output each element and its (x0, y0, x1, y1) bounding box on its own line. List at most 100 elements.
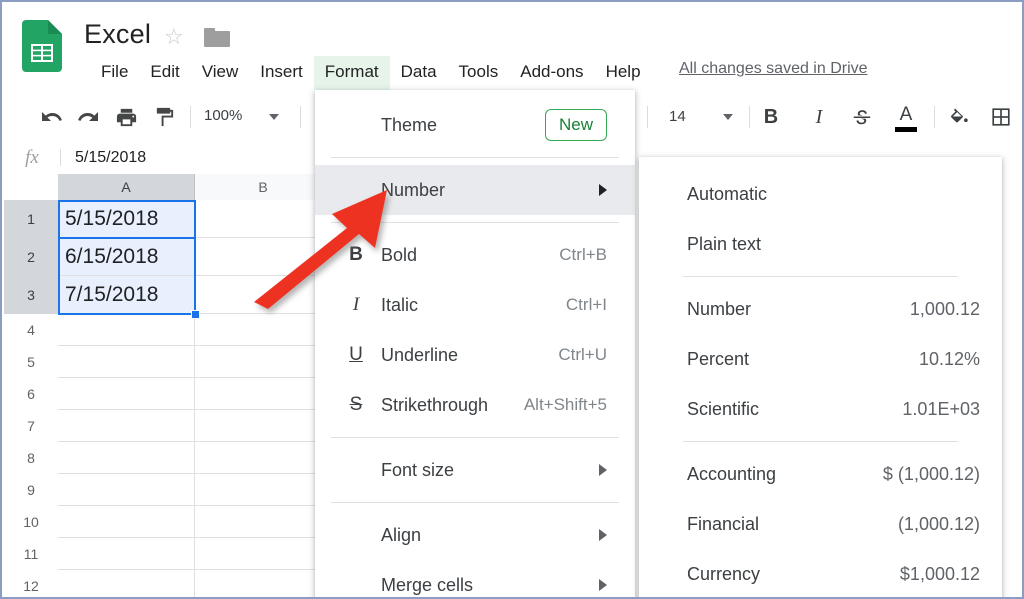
cell-a12[interactable] (58, 570, 195, 599)
cell-a4[interactable] (58, 314, 195, 346)
menu-item-shortcut: Ctrl+U (558, 345, 607, 365)
paint-format-icon[interactable] (146, 93, 182, 141)
cell-b1[interactable] (195, 200, 332, 238)
formula-bar-value[interactable]: 5/15/2018 (75, 149, 146, 167)
menu-format[interactable]: Format (314, 56, 390, 90)
cell-a10[interactable] (58, 506, 195, 538)
cell-a8[interactable] (58, 442, 195, 474)
number-submenu: Automatic Plain text Number 1,000.12 Per… (639, 157, 1002, 599)
submenu-item-currency[interactable]: Currency $1,000.12 (639, 549, 1002, 599)
cell-b10[interactable] (195, 506, 332, 538)
chevron-down-icon[interactable] (262, 93, 286, 141)
cell-b3[interactable] (195, 276, 332, 314)
menu-item-italic[interactable]: I Italic Ctrl+I (315, 280, 635, 330)
menu-item-strikethrough[interactable]: S Strikethrough Alt+Shift+5 (315, 380, 635, 430)
cell-b9[interactable] (195, 474, 332, 506)
row-header-6[interactable]: 6 (4, 378, 59, 411)
submenu-item-financial[interactable]: Financial (1,000.12) (639, 499, 1002, 549)
cell-a5[interactable] (58, 346, 195, 378)
submenu-item-automatic[interactable]: Automatic (639, 169, 1002, 219)
row-header-2[interactable]: 2 (4, 238, 59, 277)
fill-handle[interactable] (191, 310, 200, 319)
menu-insert[interactable]: Insert (249, 56, 314, 90)
cell-b11[interactable] (195, 538, 332, 570)
row-header-1[interactable]: 1 (4, 200, 59, 239)
row-header-8[interactable]: 8 (4, 442, 59, 475)
menu-item-number[interactable]: Number (315, 165, 635, 215)
submenu-item-sample: $1,000.12 (900, 564, 980, 585)
cell-a6[interactable] (58, 378, 195, 410)
toolbar-divider-1 (190, 106, 191, 128)
cell-b6[interactable] (195, 378, 332, 410)
cell-a1[interactable]: 5/15/2018 (58, 200, 195, 238)
menu-item-label: Number (381, 180, 445, 201)
bold-button[interactable]: B (756, 93, 786, 141)
undo-icon[interactable] (34, 93, 70, 141)
menu-file[interactable]: File (90, 56, 139, 90)
menu-item-label: Strikethrough (381, 395, 488, 416)
cell-a11[interactable] (58, 538, 195, 570)
menu-item-underline[interactable]: U Underline Ctrl+U (315, 330, 635, 380)
star-outline-icon[interactable]: ☆ (164, 26, 186, 48)
row-header-7[interactable]: 7 (4, 410, 59, 443)
redo-icon[interactable] (70, 93, 106, 141)
menu-separator-3 (331, 437, 619, 438)
cell-a3[interactable]: 7/15/2018 (58, 276, 195, 314)
submenu-arrow-icon (599, 579, 607, 591)
menu-bar: FileEditViewInsertFormatDataToolsAdd-ons… (90, 56, 652, 90)
menu-item-align[interactable]: Align (315, 510, 635, 560)
strikethrough-button[interactable] (847, 93, 877, 141)
menu-item-merge-cells[interactable]: Merge cells (315, 560, 635, 599)
menu-help[interactable]: Help (595, 56, 652, 90)
submenu-item-accounting[interactable]: Accounting $ (1,000.12) (639, 449, 1002, 499)
column-header-b[interactable]: B (195, 174, 332, 201)
italic-button[interactable]: I (804, 93, 834, 141)
submenu-item-percent[interactable]: Percent 10.12% (639, 334, 1002, 384)
submenu-arrow-icon (599, 464, 607, 476)
submenu-item-scientific[interactable]: Scientific 1.01E+03 (639, 384, 1002, 434)
cell-a7[interactable] (58, 410, 195, 442)
font-size-value[interactable]: 14 (669, 108, 686, 125)
chevron-down-icon-font-size[interactable] (716, 93, 740, 141)
menu-view[interactable]: View (191, 56, 250, 90)
folder-icon[interactable] (204, 28, 230, 47)
row-header-10[interactable]: 10 (4, 506, 59, 539)
cell-b8[interactable] (195, 442, 332, 474)
cell-b12[interactable] (195, 570, 332, 599)
menu-item-theme[interactable]: Theme New (315, 100, 635, 150)
menu-item-label: Italic (381, 295, 418, 316)
document-title[interactable]: Excel (84, 19, 151, 50)
select-all-corner[interactable] (4, 174, 59, 201)
menu-data[interactable]: Data (390, 56, 448, 90)
submenu-item-number[interactable]: Number 1,000.12 (639, 284, 1002, 334)
row-header-9[interactable]: 9 (4, 474, 59, 507)
row-header-11[interactable]: 11 (4, 538, 59, 571)
zoom-level-value[interactable]: 100% (204, 107, 242, 124)
merge-cells-icon[interactable] (1020, 93, 1024, 141)
toolbar-divider-2 (300, 106, 301, 128)
row-header-12[interactable]: 12 (4, 570, 59, 599)
menu-separator-1 (331, 157, 619, 158)
save-status-link[interactable]: All changes saved in Drive (679, 60, 868, 78)
row-header-4[interactable]: 4 (4, 314, 59, 347)
cell-b2[interactable] (195, 238, 332, 276)
cell-b5[interactable] (195, 346, 332, 378)
cell-a2[interactable]: 6/15/2018 (58, 238, 195, 276)
menu-item-bold[interactable]: B Bold Ctrl+B (315, 230, 635, 280)
submenu-item-plain-text[interactable]: Plain text (639, 219, 1002, 269)
menu-tools[interactable]: Tools (448, 56, 510, 90)
column-header-a[interactable]: A (58, 174, 195, 202)
fill-color-icon[interactable] (942, 93, 976, 141)
row-header-3[interactable]: 3 (4, 276, 59, 315)
print-icon[interactable] (108, 93, 144, 141)
format-menu: Theme New Number B Bold Ctrl+B I Italic … (315, 90, 635, 599)
cell-b7[interactable] (195, 410, 332, 442)
menu-addons[interactable]: Add-ons (509, 56, 594, 90)
borders-icon[interactable] (984, 93, 1018, 141)
menu-edit[interactable]: Edit (139, 56, 190, 90)
cell-a9[interactable] (58, 474, 195, 506)
cell-b4[interactable] (195, 314, 332, 346)
row-header-5[interactable]: 5 (4, 346, 59, 379)
text-color-button[interactable]: A (889, 93, 923, 141)
menu-item-font-size[interactable]: Font size (315, 445, 635, 495)
